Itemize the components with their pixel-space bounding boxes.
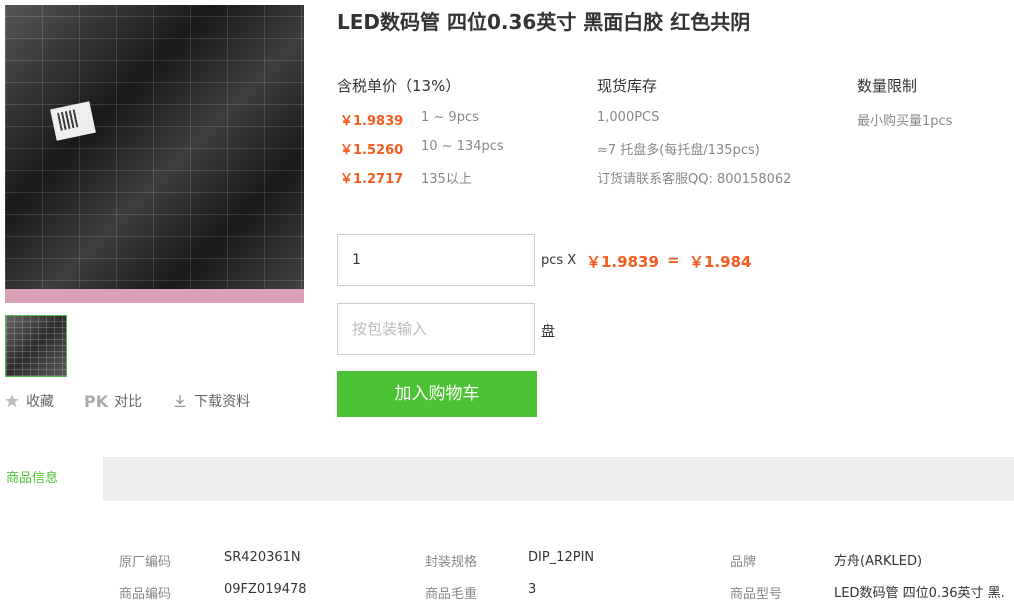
info-value: LED数码管 四位0.36英寸 黑.: [834, 586, 1005, 601]
compare-button[interactable]: PK 对比: [84, 391, 142, 411]
tier-range: 1 ~ 9pcs: [421, 110, 479, 125]
info-label: 封装规格: [425, 555, 478, 570]
tab-product-info[interactable]: 商品信息: [0, 457, 103, 501]
star-icon: [5, 394, 19, 407]
info-label: 商品型号: [730, 587, 783, 602]
stock-header: 现货库存: [597, 77, 658, 95]
quantity-input[interactable]: 1: [337, 234, 535, 286]
tier-price: ￥1.9839: [340, 114, 404, 129]
info-value: 09FZ019478: [224, 582, 307, 597]
limit-text: 最小购买量1pcs: [857, 114, 953, 129]
info-label: 商品编码: [119, 587, 172, 602]
tier-price: ￥1.5260: [340, 143, 404, 158]
info-value: DIP_12PIN: [528, 550, 595, 565]
info-value: 方舟(ARKLED): [834, 554, 923, 569]
tab-bar: [0, 457, 1014, 501]
unit-label: pcs X: [541, 253, 577, 268]
equals-sign: =: [667, 251, 680, 269]
info-label: 原厂编码: [119, 555, 172, 570]
favorite-label: 收藏: [26, 394, 54, 410]
stock-line: 订货请联系客服QQ: 800158062: [597, 172, 792, 187]
stock-line: 1,000PCS: [597, 110, 660, 125]
download-icon: [174, 395, 186, 407]
price-tier-row: ￥1.9839: [340, 110, 403, 129]
package-input[interactable]: 按包装输入: [337, 303, 535, 355]
download-button[interactable]: 下载资料: [172, 391, 250, 411]
compare-label: 对比: [114, 394, 143, 410]
package-unit: 盘: [541, 324, 555, 340]
stock-line: ≈7 托盘多(每托盘/135pcs): [597, 143, 760, 158]
tier-price: ￥1.2717: [340, 172, 404, 187]
tier-range: 10 ~ 134pcs: [421, 139, 504, 154]
info-value: 3: [528, 582, 537, 597]
download-label: 下载资料: [194, 394, 251, 410]
total-price: ￥1.984: [689, 253, 752, 271]
add-to-cart-button[interactable]: 加入购物车: [337, 371, 537, 417]
info-label: 品牌: [730, 555, 757, 570]
price-tier-row: ￥1.2717: [340, 168, 403, 187]
product-thumbnail[interactable]: [5, 315, 67, 377]
limit-header: 数量限制: [857, 77, 918, 95]
price-tier-row: ￥1.5260: [340, 139, 403, 158]
pk-icon: PK: [84, 391, 109, 411]
product-actions: 收藏 PK 对比 下载资料: [4, 391, 280, 411]
product-title: LED数码管 四位0.36英寸 黑面白胶 红色共阴: [337, 10, 751, 34]
favorite-button[interactable]: 收藏: [4, 391, 54, 411]
product-main-image: [5, 5, 304, 303]
price-header: 含税单价（13%）: [337, 77, 461, 95]
info-value: SR420361N: [224, 550, 301, 565]
unit-price: ￥1.9839: [586, 253, 659, 271]
info-label: 商品毛重: [425, 587, 478, 602]
tier-range: 135以上: [421, 172, 472, 187]
